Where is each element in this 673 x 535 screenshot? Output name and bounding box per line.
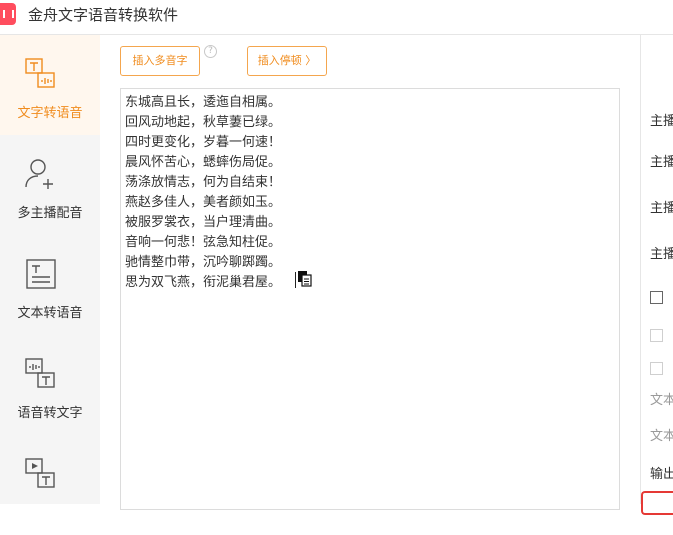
text-to-speech-icon <box>25 58 55 88</box>
output-path-field[interactable] <box>641 491 673 515</box>
editor-line: 东城高且长，逶迤自相属。 <box>125 95 282 110</box>
editor-line: 燕赵多佳人，美者颜如玉。 <box>125 195 282 210</box>
editor-line: 驰情整巾带，沉吟聊踯躅。 <box>125 255 282 270</box>
editor-line: 荡涤放情志，何为自结束！ <box>125 175 282 190</box>
text-cursor <box>295 272 296 288</box>
video-to-text-icon <box>25 458 55 488</box>
user-add-icon <box>25 159 53 189</box>
sidebar-item-document-to-speech[interactable]: 文本转语音 <box>0 235 100 335</box>
sidebar: 文字转语音 多主播配音 文本转语音 语音转文字 <box>0 35 100 504</box>
paste-icon <box>298 271 312 287</box>
sidebar-item-video-to-text[interactable] <box>0 435 100 535</box>
anchor-label: 主播 <box>650 201 673 216</box>
speech-to-text-icon <box>25 358 55 388</box>
editor-line: 被服罗裳衣，当户理清曲。 <box>125 215 282 230</box>
option-checkbox[interactable] <box>650 362 663 375</box>
insert-pause-button[interactable]: 插入停顿 〉 <box>247 46 327 76</box>
text-option-label: 文本 <box>650 393 673 408</box>
sidebar-item-label: 语音转文字 <box>17 406 83 421</box>
editor-line: 思为双飞燕，衔泥巢君屋。 <box>125 275 282 290</box>
editor-line: 晨风怀苦心，蟋蟀伤局促。 <box>125 155 282 170</box>
anchor-label: 主播 <box>650 155 673 170</box>
option-checkbox[interactable] <box>650 329 663 342</box>
sidebar-item-text-to-speech[interactable]: 文字转语音 <box>0 35 100 135</box>
sidebar-item-speech-to-text[interactable]: 语音转文字 <box>0 335 100 435</box>
sidebar-item-label: 文字转语音 <box>17 106 83 121</box>
option-checkbox[interactable] <box>650 291 663 304</box>
editor-line: 音响一何悲！弦急知柱促。 <box>125 235 282 250</box>
sidebar-item-label: 多主播配音 <box>17 206 83 221</box>
title-bar: 金舟文字语音转换软件 <box>0 0 673 35</box>
text-editor[interactable]: 东城高且长，逶迤自相属。 回风动地起，秋草萋已绿。 四时更变化，岁暮一何速！ 晨… <box>120 88 620 510</box>
text-option-label: 文本 <box>650 429 673 444</box>
output-label: 输出 <box>650 467 673 482</box>
anchor-label: 主播 <box>650 114 673 129</box>
document-text-icon <box>26 259 56 289</box>
editor-line: 回风动地起，秋草萋已绿。 <box>125 115 282 130</box>
sidebar-item-multi-anchor[interactable]: 多主播配音 <box>0 135 100 235</box>
anchor-label: 主播 <box>650 247 673 262</box>
app-logo-icon <box>0 3 16 25</box>
main-area: 插入多音字 ? 插入停顿 〉 东城高且长，逶迤自相属。 回风动地起，秋草萋已绿。… <box>100 35 640 510</box>
app-title: 金舟文字语音转换软件 <box>28 6 179 24</box>
insert-polyphone-button[interactable]: 插入多音字 <box>120 46 200 76</box>
settings-panel: 主播 主播 主播 主播 文本 文本 输出 <box>640 35 673 515</box>
editor-line: 四时更变化，岁暮一何速！ <box>125 135 282 150</box>
help-icon[interactable]: ? <box>204 45 217 58</box>
sidebar-item-label: 文本转语音 <box>17 306 83 321</box>
